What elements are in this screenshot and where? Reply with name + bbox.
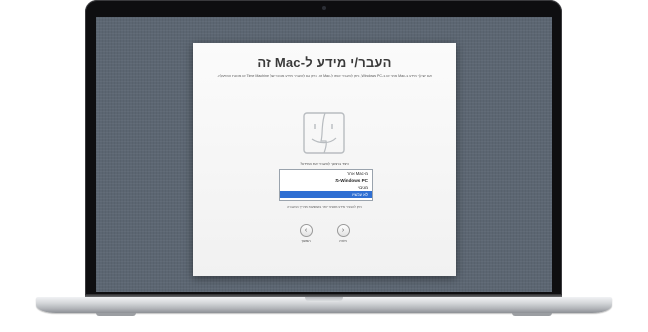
option-from-backup[interactable]: מגיבוי [280,184,372,191]
chevron-right-icon[interactable]: › [299,224,313,237]
continue-button[interactable]: › המשך [291,224,321,243]
option-not-now[interactable]: לא עכשיו [280,191,372,198]
chevron-left-icon[interactable]: ‹ [336,224,350,237]
continue-label: המשך [301,239,311,243]
back-button[interactable]: ‹ חזרה [328,224,358,243]
transfer-prompt: כיצד ברצונך להעביר את המידע? [300,162,349,166]
laptop-foot-right [512,313,552,316]
laptop-foot-left [96,313,136,316]
transfer-options-list[interactable]: מ-Mac אחר Windows PC-מ מגיבוי לא עכשיו [279,169,373,201]
transfer-note: ניתן להעביר מידע מאוחר יותר באמצעות מדרי… [287,205,362,209]
laptop-base [36,297,612,313]
migration-assistant-window: העבר/י מידע ל-Mac זה אם יש לך מידע ב-Mac… [193,43,456,276]
option-from-mac[interactable]: מ-Mac אחר [280,170,372,177]
laptop-lid: העבר/י מידע ל-Mac זה אם יש לך מידע ב-Mac… [85,0,562,296]
finder-icon [303,112,345,154]
window-title: העבר/י מידע ל-Mac זה [257,55,392,70]
camera-icon [322,6,326,10]
laptop-screen: העבר/י מידע ל-Mac זה אם יש לך מידע ב-Mac… [96,17,552,292]
lid-opening-notch [305,297,343,302]
macbook-laptop: העבר/י מידע ל-Mac זה אם יש לך מידע ב-Mac… [0,0,648,332]
window-subtitle: אם יש לך מידע ב-Mac אחר או ב-Windows PC,… [217,74,432,78]
back-label: חזרה [339,239,347,243]
option-from-windows-pc[interactable]: Windows PC-מ [280,177,372,184]
